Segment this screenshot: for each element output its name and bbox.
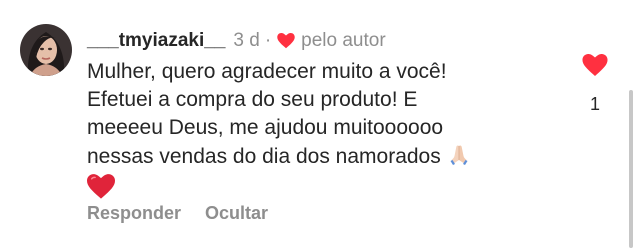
comment-header: ___tmyiazaki__ 3 d · pelo autor: [87, 28, 386, 54]
hide-button[interactable]: Ocultar: [205, 203, 268, 224]
comment-line: Efetuei a compra do seu produto! E: [87, 88, 418, 111]
reply-button[interactable]: Responder: [87, 203, 181, 224]
comment-line: nessas vendas do dia dos namorados: [87, 145, 441, 168]
comment-line-with-emoji: nessas vendas do dia dos namorados: [87, 142, 527, 174]
username[interactable]: ___tmyiazaki__: [87, 30, 225, 52]
comment-body: Mulher, quero agradecer muito a você! Ef…: [87, 58, 527, 208]
comment-actions: Responder Ocultar: [87, 203, 268, 224]
comment: ___tmyiazaki__ 3 d · pelo autor Mulher, …: [0, 0, 640, 248]
heart-icon: [277, 33, 295, 49]
folded-hands-emoji: [447, 142, 471, 174]
like-heart-icon[interactable]: [582, 54, 608, 82]
scrollbar[interactable]: [629, 90, 633, 248]
comment-line: Mulher, quero agradecer muito a você!: [87, 60, 447, 83]
avatar[interactable]: [20, 24, 72, 76]
separator: ·: [264, 30, 272, 51]
author-label: pelo autor: [301, 30, 386, 51]
comment-time: 3 d: [233, 30, 260, 51]
comment-line: meeeeu Deus, me ajudou muitoooooo: [87, 116, 444, 139]
like-count[interactable]: 1: [588, 94, 602, 115]
